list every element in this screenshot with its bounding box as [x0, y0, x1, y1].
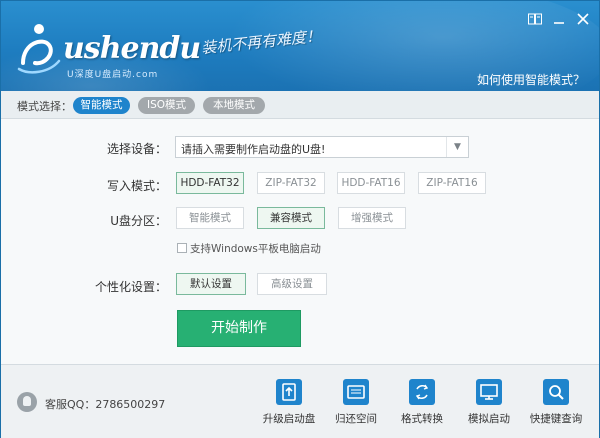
- window-controls: [527, 13, 591, 27]
- app-logo: ushendu U深度U盘启动.com: [15, 19, 205, 80]
- device-select[interactable]: 请插入需要制作启动盘的U盘! ▼: [175, 136, 469, 158]
- write-option-zip-fat32[interactable]: ZIP-FAT32: [257, 172, 325, 194]
- custom-option-advanced[interactable]: 高级设置: [257, 273, 327, 295]
- windows-tablet-checkbox[interactable]: 支持Windows平板电脑启动: [177, 241, 321, 256]
- tab-local-mode[interactable]: 本地模式: [203, 97, 265, 114]
- convert-icon: [409, 379, 435, 405]
- write-mode-label: 写入模式：: [106, 179, 167, 193]
- logo-subtitle: U深度U盘启动.com: [67, 70, 159, 80]
- write-option-hdd-fat16[interactable]: HDD-FAT16: [337, 172, 405, 194]
- mode-label: 模式选择：: [17, 100, 72, 113]
- restore-space-button[interactable]: 归还空间: [326, 379, 386, 435]
- write-option-zip-fat16[interactable]: ZIP-FAT16: [418, 172, 486, 194]
- help-link[interactable]: 如何使用智能模式？: [477, 71, 585, 88]
- partition-label: U盘分区：: [110, 214, 167, 228]
- tool-label: 快捷键查询: [529, 413, 583, 425]
- app-header: ushendu U深度U盘启动.com 装机不再有难度！ 如何使用智能模式？: [1, 1, 599, 91]
- tab-smart-mode[interactable]: 智能模式: [73, 97, 130, 114]
- format-convert-button[interactable]: 格式转换: [392, 379, 452, 435]
- app-window: ushendu U深度U盘启动.com 装机不再有难度！ 如何使用智能模式？ 模…: [0, 0, 600, 438]
- monitor-icon: [476, 379, 502, 405]
- logo-text: ushendu: [63, 31, 201, 66]
- tab-iso-mode[interactable]: ISO模式: [138, 97, 195, 114]
- custom-settings-label: 个性化设置：: [94, 280, 167, 294]
- checkbox-box[interactable]: [177, 243, 187, 253]
- qq-support-text: 客服QQ：2786500297: [45, 398, 166, 411]
- logo-swirl-icon: [17, 24, 61, 74]
- simulate-boot-button[interactable]: 模拟启动: [459, 379, 519, 435]
- upgrade-boot-disk-button[interactable]: 升级启动盘: [259, 379, 319, 435]
- upgrade-icon: [276, 379, 302, 405]
- start-button[interactable]: 开始制作: [177, 310, 301, 347]
- search-icon: [543, 379, 569, 405]
- qq-icon: [17, 392, 37, 412]
- hotkey-query-button[interactable]: 快捷键查询: [526, 379, 586, 435]
- partition-option-smart[interactable]: 智能模式: [176, 207, 244, 229]
- disk-icon: [343, 379, 369, 405]
- chevron-down-icon[interactable]: ▼: [446, 137, 468, 157]
- mode-bar: 模式选择： 智能模式 ISO模式 本地模式: [1, 91, 599, 119]
- footer-toolbar: 客服QQ：2786500297 升级启动盘 归还空间 格式转换 模拟启动 快捷键…: [1, 364, 599, 438]
- write-option-hdd-fat32[interactable]: HDD-FAT32: [176, 172, 244, 194]
- partition-option-enhanced[interactable]: 增强模式: [338, 207, 406, 229]
- custom-option-default[interactable]: 默认设置: [176, 273, 246, 295]
- device-select-value: 请插入需要制作启动盘的U盘!: [181, 143, 326, 156]
- windows-tablet-label: 支持Windows平板电脑启动: [190, 243, 321, 255]
- partition-option-compatible[interactable]: 兼容模式: [257, 207, 325, 229]
- device-label: 选择设备：: [106, 142, 167, 156]
- book-icon[interactable]: [527, 13, 543, 27]
- close-icon[interactable]: [575, 13, 591, 27]
- minimize-icon[interactable]: [551, 13, 567, 27]
